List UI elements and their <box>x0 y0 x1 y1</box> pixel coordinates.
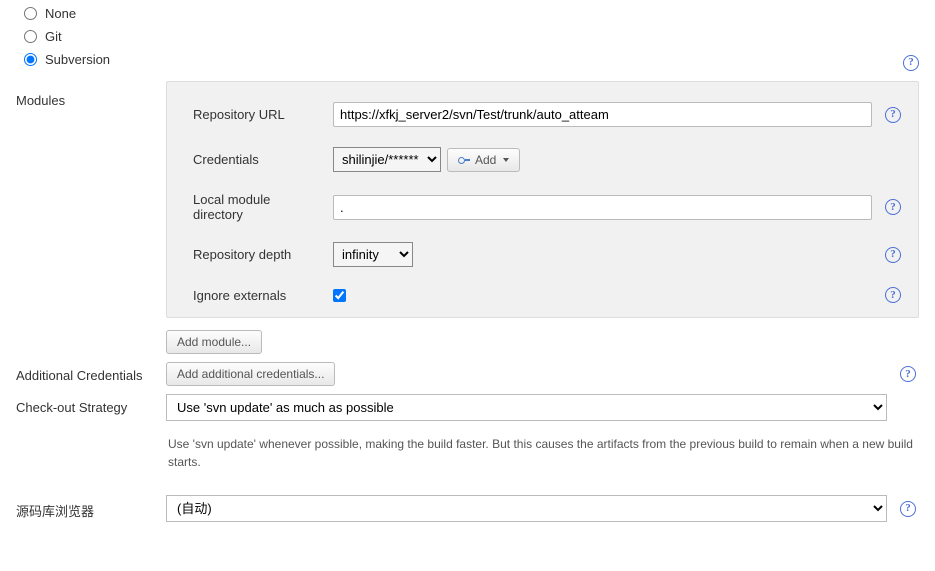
scm-radio-git[interactable]: Git <box>16 25 919 48</box>
help-icon[interactable]: ? <box>900 366 916 382</box>
local-module-dir-input[interactable] <box>333 195 872 220</box>
help-icon[interactable]: ? <box>903 55 919 71</box>
help-icon[interactable]: ? <box>900 501 916 517</box>
repository-depth-label: Repository depth <box>193 247 323 262</box>
help-icon[interactable]: ? <box>885 287 901 303</box>
add-credentials-button[interactable]: Add <box>447 148 520 172</box>
ignore-externals-label: Ignore externals <box>193 288 323 303</box>
modules-label: Modules <box>16 81 156 354</box>
radio-subversion-label: Subversion <box>45 52 110 67</box>
ignore-externals-checkbox[interactable] <box>333 289 346 302</box>
checkout-strategy-label: Check-out Strategy <box>16 394 156 415</box>
radio-none-label: None <box>45 6 76 21</box>
repo-browser-select[interactable]: (自动) <box>166 495 887 522</box>
radio-none[interactable] <box>24 7 37 20</box>
module-config-box: Repository URL ? Credentials shilinjie/*… <box>166 81 919 318</box>
credentials-label: Credentials <box>193 152 323 167</box>
help-icon[interactable]: ? <box>885 199 901 215</box>
help-icon[interactable]: ? <box>885 247 901 263</box>
chevron-down-icon <box>503 158 509 162</box>
local-module-dir-label: Local module directory <box>193 192 323 222</box>
add-additional-credentials-button[interactable]: Add additional credentials... <box>166 362 335 386</box>
checkout-strategy-description: Use 'svn update' whenever possible, maki… <box>166 427 919 471</box>
credentials-select[interactable]: shilinjie/****** <box>333 147 441 172</box>
help-icon[interactable]: ? <box>885 107 901 123</box>
repository-url-input[interactable] <box>333 102 872 127</box>
scm-radio-none[interactable]: None <box>16 2 919 25</box>
checkout-strategy-select[interactable]: Use 'svn update' as much as possible <box>166 394 887 421</box>
add-module-button[interactable]: Add module... <box>166 330 262 354</box>
radio-subversion[interactable] <box>24 53 37 66</box>
radio-git[interactable] <box>24 30 37 43</box>
repo-browser-label: 源码库浏览器 <box>16 495 156 520</box>
repository-depth-select[interactable]: infinity <box>333 242 413 267</box>
scm-radio-subversion[interactable]: Subversion <box>16 48 919 71</box>
additional-credentials-label: Additional Credentials <box>16 362 156 383</box>
key-icon <box>458 156 470 164</box>
add-button-label: Add <box>475 153 496 167</box>
repository-url-label: Repository URL <box>193 107 323 122</box>
radio-git-label: Git <box>45 29 62 44</box>
